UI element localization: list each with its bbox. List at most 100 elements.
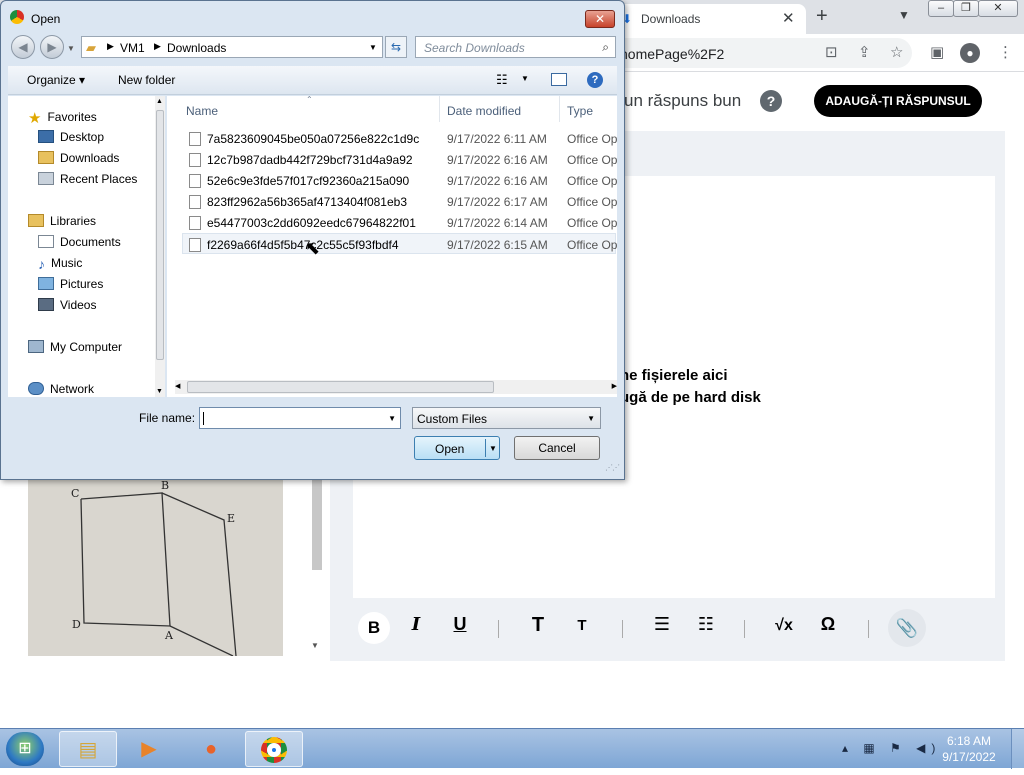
firefox-taskbar-button[interactable]: ● [182,731,240,767]
new-tab-button[interactable]: + [816,5,828,28]
add-answer-button[interactable]: ADAUGĂ-ȚI RĂSPUNSUL [814,85,982,117]
preview-pane-icon[interactable] [551,73,567,86]
nav-recent-places[interactable]: Recent Places [38,172,137,186]
column-divider[interactable] [559,96,560,122]
view-dropdown-icon[interactable]: ▼ [521,74,529,83]
bullet-list-icon[interactable]: ☷ [692,614,720,635]
nav-scrollbar-thumb[interactable] [156,110,164,360]
question-scrollbar[interactable] [312,478,322,570]
tab-close-icon[interactable]: ✕ [782,9,795,27]
column-name[interactable]: Name [186,104,218,118]
minimize-button[interactable]: – [928,0,954,17]
italic-button[interactable]: I [402,614,430,635]
pictures-icon [38,277,54,290]
file-name-input[interactable]: ▼ [199,407,401,429]
scroll-up-icon[interactable]: ▲ [156,98,163,105]
scroll-down-icon[interactable]: ▼ [156,388,163,395]
recent-pages-chevron-icon[interactable]: ▼ [67,44,75,53]
translate-icon[interactable]: ⊡ [825,43,838,61]
show-desktop-button[interactable] [1011,729,1024,769]
address-text: homePage%2F2 [620,46,725,62]
tab-downloads[interactable]: ⬇ Downloads ✕ [610,4,806,34]
file-row[interactable]: 823ff2962a56b365af4713404f081eb3 9/17/20… [183,191,617,212]
dialog-close-button[interactable]: ✕ [585,10,615,28]
math-formula-button[interactable]: √x [770,617,798,635]
scroll-down-arrow-icon[interactable]: ▼ [311,641,319,650]
libraries-icon [28,214,44,227]
breadcrumb-vm1[interactable]: VM1 [120,41,145,55]
file-row[interactable]: 52e6c9e3fde57f017cf92360a215a090 9/17/20… [183,170,617,191]
toolbar-divider [622,620,623,638]
sidepanel-icon[interactable]: ▣ [930,43,944,61]
file-row[interactable]: 7a5823609045be050a07256e822c1d9c 9/17/20… [183,128,617,149]
open-button[interactable]: Open ▼ [414,436,500,460]
breadcrumb-bar[interactable]: ▰ ▶ VM1 ▶ Downloads ▼ [81,36,383,58]
back-button[interactable]: ◀ [11,35,35,59]
nav-libraries[interactable]: Libraries [28,214,96,228]
file-row-hovered[interactable]: f2269a66f4d5f5b47c2c55c5f93fbdf4 9/17/20… [182,233,617,254]
media-player-taskbar-button[interactable]: ▶ [120,731,178,767]
bold-button[interactable]: B [358,612,390,644]
file-type-select[interactable]: Custom Files ▼ [412,407,601,429]
underline-button[interactable]: U [446,614,474,635]
new-folder-button[interactable]: New folder [118,73,175,87]
path-dropdown-icon[interactable]: ▼ [369,43,377,52]
nav-my-computer[interactable]: My Computer [28,340,122,354]
open-options-icon[interactable]: ▼ [489,444,497,453]
maximize-button[interactable]: ❐ [953,0,979,17]
file-row[interactable]: 12c7b987dadb442f729bcf731d4a9a92 9/17/20… [183,149,617,170]
file-name-dropdown-icon[interactable]: ▼ [388,414,396,423]
start-button[interactable]: ⊞ [6,732,44,766]
nav-pictures[interactable]: Pictures [38,277,103,291]
star-icon[interactable]: ☆ [890,43,903,61]
share-icon[interactable]: ⇪ [858,43,871,61]
file-date: 9/17/2022 6:16 AM [447,153,548,167]
scroll-right-icon[interactable]: ▶ [612,382,617,390]
nav-favorites[interactable]: ★ Favorites [28,109,97,127]
file-type-dropdown-icon: ▼ [587,414,595,423]
breadcrumb-downloads[interactable]: Downloads [167,41,226,55]
file-name: 52e6c9e3fde57f017cf92360a215a090 [207,174,410,188]
help-icon[interactable]: ? [760,90,782,112]
scroll-left-icon[interactable]: ◀ [175,382,180,390]
resize-grip-icon[interactable]: ⋰⋰ [605,463,620,472]
search-input[interactable]: Search Downloads ⌕ [415,36,616,58]
file-type: Office Open [567,195,617,209]
numbered-list-icon[interactable]: ☰ [648,614,676,635]
refresh-icon[interactable]: ⇆ [385,36,407,58]
profile-icon[interactable]: ● [960,43,980,63]
nav-network[interactable]: Network [28,382,94,396]
clock[interactable]: 6:18 AM 9/17/2022 [938,733,1000,765]
horizontal-scrollbar[interactable]: ◀ ▶ [175,380,617,394]
computer-icon [28,340,44,353]
special-chars-button[interactable]: Ω [814,614,842,635]
tab-search-chevron-icon[interactable]: ▼ [898,8,910,22]
close-window-button[interactable]: ✕ [978,0,1018,17]
tab-title: Downloads [641,12,701,26]
nav-desktop[interactable]: Desktop [38,130,104,144]
clock-date: 9/17/2022 [942,750,996,764]
help-icon[interactable]: ? [587,72,603,88]
heading-small-button[interactable]: T [568,617,596,634]
menu-icon[interactable]: ⋮ [998,43,1013,61]
file-name: 7a5823609045be050a07256e822c1d9c [207,132,420,146]
nav-videos[interactable]: Videos [38,298,96,312]
nav-documents[interactable]: Documents [38,235,121,249]
column-type[interactable]: Type [567,104,593,118]
change-view-icon[interactable]: ☷ [496,72,508,88]
forward-button[interactable]: ▶ [40,35,64,59]
chrome-taskbar-button[interactable] [245,731,303,767]
column-date-modified[interactable]: Date modified [447,104,521,118]
attach-file-icon[interactable]: 📎 [888,609,926,647]
nav-downloads[interactable]: Downloads [38,151,119,165]
horizontal-scroll-thumb[interactable] [187,381,494,393]
heading-large-button[interactable]: T [524,614,552,637]
folder-icon: ▰ [86,40,96,55]
organize-button[interactable]: Organize ▾ [27,73,85,87]
column-divider[interactable] [439,96,440,122]
nav-music[interactable]: ♪ Music [38,256,82,272]
explorer-taskbar-button[interactable]: ▤ [59,731,117,767]
file-row[interactable]: e54477003c2dd6092eedc67964822f01 9/17/20… [183,212,617,233]
system-tray-icons[interactable]: ▴ ▦ ⚑ ◀) [842,741,941,755]
cancel-button[interactable]: Cancel [514,436,600,460]
